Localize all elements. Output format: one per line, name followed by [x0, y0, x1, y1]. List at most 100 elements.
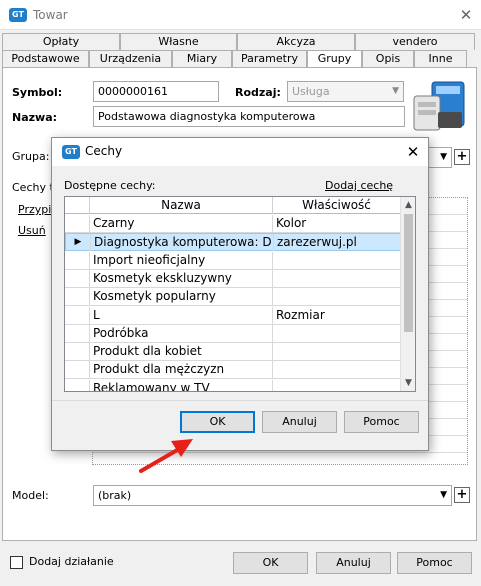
cell-nazwa[interactable]: Diagnostyka komputerowa: D [91, 234, 274, 252]
table-row[interactable]: Import nieoficjalny [65, 251, 401, 270]
tab-wlasne[interactable]: Własne [120, 33, 237, 50]
cell-nazwa[interactable]: Reklamowany w TV [90, 379, 273, 391]
dialog-close-icon[interactable]: ✕ [398, 138, 428, 166]
cell-wlasciwosc[interactable] [273, 288, 401, 306]
tab-urzadzenia[interactable]: Urządzenia [89, 50, 172, 67]
tab-parametry[interactable]: Parametry [232, 50, 307, 67]
dodaj-dzialanie-checkbox[interactable] [10, 556, 23, 569]
cell-wlasciwosc[interactable] [273, 269, 401, 287]
row-header[interactable] [65, 379, 90, 391]
window-close-icon[interactable]: ✕ [451, 0, 481, 30]
table-row[interactable]: Podróbka [65, 324, 401, 343]
nazwa-label: Nazwa: [12, 111, 58, 124]
usun-link[interactable]: Usuń [18, 224, 46, 237]
ok-button[interactable]: OK [233, 552, 308, 574]
cell-nazwa[interactable]: Produkt dla mężczyzn [90, 361, 273, 379]
chevron-down-icon: ▼ [440, 152, 447, 162]
cell-nazwa[interactable]: Czarny [90, 215, 273, 232]
column-header-wlasciwosc[interactable]: Właściwość [273, 197, 401, 214]
cell-wlasciwosc[interactable]: zarezerwuj.pl [274, 234, 402, 252]
model-add-button[interactable]: + [454, 487, 470, 503]
tab-akcyza[interactable]: Akcyza [237, 33, 355, 50]
add-feature-link[interactable]: Dodaj cechę [325, 179, 393, 192]
tab-podstawowe[interactable]: Podstawowe [2, 50, 89, 67]
cell-wlasciwosc[interactable] [273, 361, 401, 379]
tab-oplaty[interactable]: Opłaty [2, 33, 120, 50]
annotation-arrow-icon [139, 439, 193, 473]
tab-grupy[interactable]: Grupy [307, 50, 362, 67]
window-title: Towar [33, 8, 68, 22]
row-header[interactable] [65, 306, 90, 324]
table-row[interactable]: L Rozmiar [65, 306, 401, 325]
dialog-title: Cechy [85, 144, 123, 158]
grupa-select[interactable]: ▼ [428, 147, 452, 168]
cell-wlasciwosc[interactable]: Rozmiar [273, 306, 401, 324]
grid-scrollbar[interactable]: ▲ ▼ [400, 197, 415, 391]
model-value: (brak) [98, 489, 132, 502]
row-header[interactable] [65, 215, 90, 232]
cell-wlasciwosc[interactable]: Kolor [273, 215, 401, 232]
row-header-corner [65, 197, 90, 214]
tab-opis[interactable]: Opis [362, 50, 414, 67]
nazwa-field[interactable]: Podstawowa diagnostyka komputerowa [93, 106, 405, 127]
row-pointer-icon[interactable]: ▶ [66, 234, 91, 252]
row-header[interactable] [65, 324, 90, 342]
cell-nazwa[interactable]: Podróbka [90, 324, 273, 342]
table-row[interactable]: ▶ Diagnostyka komputerowa: Dzarezerwuj.pl [65, 233, 402, 252]
row-header[interactable] [65, 343, 90, 361]
rodzaj-select[interactable]: Usługa ▼ [287, 81, 404, 102]
cell-nazwa[interactable]: Kosmetyk popularny [90, 288, 273, 306]
product-image [410, 78, 472, 134]
dialog-titlebar: GT Cechy ✕ [52, 138, 428, 166]
tab-miary[interactable]: Miary [172, 50, 232, 67]
available-features-label: Dostępne cechy: [64, 179, 156, 192]
cell-wlasciwosc[interactable] [273, 379, 401, 391]
table-row[interactable]: Kosmetyk popularny [65, 288, 401, 307]
model-select[interactable]: (brak) ▼ [93, 485, 452, 506]
cell-nazwa[interactable]: Kosmetyk ekskluzywny [90, 269, 273, 287]
row-header[interactable] [65, 288, 90, 306]
scroll-thumb[interactable] [404, 214, 413, 332]
features-grid: Nazwa Właściwość Czarny Kolor ▶ Diagnostyka… [64, 196, 416, 392]
cell-wlasciwosc[interactable] [273, 251, 401, 269]
dialog-body: Dostępne cechy: Dodaj cechę Nazwa Właści… [52, 166, 428, 400]
row-header[interactable] [65, 361, 90, 379]
tab-vendero[interactable]: vendero [355, 33, 475, 50]
cell-wlasciwosc[interactable] [273, 343, 401, 361]
table-row[interactable]: Produkt dla mężczyzn [65, 361, 401, 380]
scroll-down-icon[interactable]: ▼ [401, 375, 415, 391]
cechy-dialog: GT Cechy ✕ Dostępne cechy: Dodaj cechę N… [51, 137, 429, 451]
symbol-field[interactable]: 0000000161 [93, 81, 219, 102]
window-titlebar: GT Towar ✕ [0, 0, 481, 30]
dialog-logo-icon: GT [62, 145, 80, 159]
scroll-up-icon[interactable]: ▲ [401, 197, 415, 213]
grupa-label: Grupa: [12, 150, 50, 163]
rodzaj-label: Rodzaj: [235, 86, 281, 99]
rodzaj-value: Usługa [292, 85, 330, 98]
chevron-down-icon: ▼ [440, 490, 447, 500]
grid-header: Nazwa Właściwość [65, 197, 401, 214]
dialog-footer: OK Anuluj Pomoc [52, 400, 428, 450]
help-button[interactable]: Pomoc [397, 552, 472, 574]
dodaj-dzialanie-label: Dodaj działanie [29, 555, 114, 568]
cell-nazwa[interactable]: Produkt dla kobiet [90, 343, 273, 361]
model-label: Model: [12, 489, 49, 502]
table-row[interactable]: Czarny Kolor [65, 215, 401, 233]
chevron-down-icon: ▼ [392, 86, 399, 96]
grupa-add-button[interactable]: + [454, 149, 470, 165]
symbol-label: Symbol: [12, 86, 63, 99]
table-row[interactable]: Reklamowany w TV [65, 379, 401, 391]
cell-wlasciwosc[interactable] [273, 324, 401, 342]
app-logo-icon: GT [9, 8, 27, 22]
row-header[interactable] [65, 269, 90, 287]
cell-nazwa[interactable]: Import nieoficjalny [90, 251, 273, 269]
column-header-nazwa[interactable]: Nazwa [90, 197, 273, 214]
dialog-cancel-button[interactable]: Anuluj [262, 411, 337, 433]
table-row[interactable]: Produkt dla kobiet [65, 343, 401, 362]
tab-inne[interactable]: Inne [414, 50, 467, 67]
cancel-button[interactable]: Anuluj [316, 552, 391, 574]
cell-nazwa[interactable]: L [90, 306, 273, 324]
dialog-help-button[interactable]: Pomoc [344, 411, 419, 433]
table-row[interactable]: Kosmetyk ekskluzywny [65, 269, 401, 288]
row-header[interactable] [65, 251, 90, 269]
